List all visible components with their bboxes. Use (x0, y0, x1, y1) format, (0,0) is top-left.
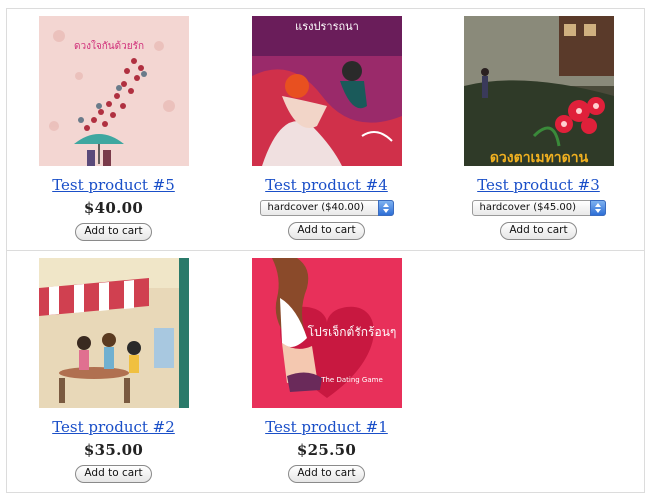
product-title-link[interactable]: Test product #2 (7, 418, 220, 436)
product-card: โปรเจ็กต์รักร้อนๆ The Dating Game Test p… (220, 258, 433, 483)
book-cover-red-flowers-house-icon[interactable]: ดวงตาเมทาดาน (463, 16, 614, 166)
product-card: ดวงใจกันด้วยรัก Test product #5 $40.00 A… (7, 16, 220, 241)
add-to-cart-button[interactable]: Add to cart (75, 223, 152, 241)
format-select[interactable]: hardcover ($45.00) (471, 200, 606, 216)
book-cover-heart-girl-icon[interactable]: โปรเจ็กต์รักร้อนๆ The Dating Game (251, 258, 402, 408)
select-arrows-icon (377, 200, 394, 216)
add-to-cart-button[interactable]: Add to cart (288, 222, 365, 240)
cover-title-text: โปรเจ็กต์รักร้อนๆ (307, 324, 396, 339)
add-to-cart-button[interactable]: Add to cart (288, 465, 365, 483)
row-divider (7, 250, 644, 251)
book-cover-cafe-scene-icon[interactable] (38, 258, 189, 408)
format-select[interactable]: hardcover ($40.00) (259, 200, 394, 216)
product-title-link[interactable]: Test product #1 (220, 418, 433, 436)
cover-subtitle-text: The Dating Game (320, 376, 383, 384)
book-cover-umbrella-roses-icon[interactable]: ดวงใจกันด้วยรัก (38, 16, 189, 166)
product-title-link[interactable]: Test product #3 (432, 176, 645, 194)
product-title-link[interactable]: Test product #4 (220, 176, 433, 194)
select-arrows-icon (589, 200, 606, 216)
product-card: ดวงตาเมทาดาน Test product #3 hardcover (… (432, 16, 645, 240)
format-select-value: hardcover ($45.00) (479, 202, 577, 213)
product-title-link[interactable]: Test product #5 (7, 176, 220, 194)
product-card: Test product #2 $35.00 Add to cart (7, 258, 220, 483)
add-to-cart-button[interactable]: Add to cart (500, 222, 577, 240)
book-cover-couple-motorbike-icon[interactable]: แรงปรารถนา (251, 16, 402, 166)
add-to-cart-button[interactable]: Add to cart (75, 465, 152, 483)
product-price: $40.00 (83, 199, 144, 217)
product-card: แรงปรารถนา Test product #4 hardcover ($4… (220, 16, 433, 240)
cover-title-text: ดวงตาเมทาดาน (489, 150, 588, 166)
product-price: $35.00 (83, 441, 144, 459)
product-price: $25.50 (296, 441, 357, 459)
format-select-value: hardcover ($40.00) (267, 202, 365, 213)
cover-title-text: แรงปรารถนา (295, 20, 359, 33)
cover-title-text: ดวงใจกันด้วยรัก (73, 40, 143, 52)
